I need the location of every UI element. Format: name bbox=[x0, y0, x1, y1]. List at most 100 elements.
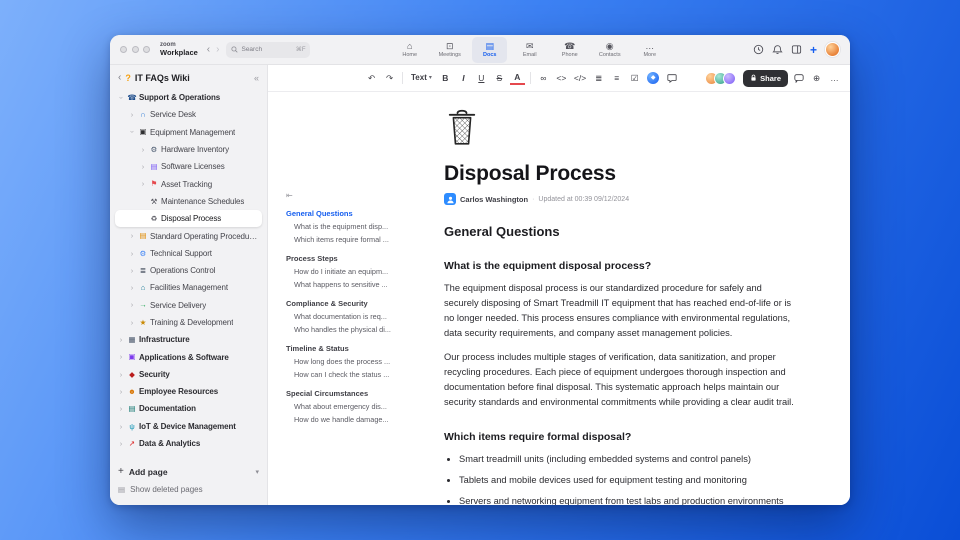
sidebar-item-support-operations[interactable]: › ☎ Support & Operations bbox=[115, 89, 262, 106]
sidebar-item-maintenance-schedules[interactable]: ›⚒Maintenance Schedules bbox=[115, 193, 262, 210]
chevron-icon[interactable]: › bbox=[139, 180, 147, 188]
nav-tab-home[interactable]: ⌂ Home bbox=[392, 37, 427, 63]
chevron-icon[interactable]: › bbox=[128, 267, 136, 275]
page-title[interactable]: Disposal Process bbox=[444, 162, 798, 186]
chevron-icon[interactable]: › bbox=[128, 232, 136, 240]
nav-forward-icon[interactable]: › bbox=[216, 44, 219, 55]
collaborator-avatar[interactable] bbox=[723, 71, 737, 85]
sidebar-item-service-desk[interactable]: › ∩ Service Desk bbox=[115, 106, 262, 123]
chevron-icon[interactable]: › bbox=[128, 284, 136, 292]
chevron-down-icon[interactable]: ▾ bbox=[255, 468, 259, 476]
chevron-icon[interactable]: › bbox=[117, 423, 125, 431]
sidebar-item-operations-control[interactable]: › ≣ Operations Control bbox=[115, 262, 262, 279]
nav-tab-contacts[interactable]: ◉ Contacts bbox=[592, 37, 627, 63]
sidebar-item-employee-resources[interactable]: › ☻ Employee Resources bbox=[115, 383, 262, 400]
undo-button[interactable]: ↶ bbox=[364, 70, 379, 86]
ai-companion-button[interactable]: ◆ bbox=[645, 70, 661, 86]
outline-item[interactable]: Who handles the physical di... bbox=[286, 323, 412, 336]
nav-tab-meetings[interactable]: ⊡ Meetings bbox=[432, 37, 467, 63]
globe-button[interactable]: ⊕ bbox=[809, 70, 824, 86]
chevron-icon[interactable]: › bbox=[139, 163, 147, 171]
panel-toggle-icon[interactable] bbox=[791, 44, 802, 55]
outline-section-general-questions[interactable]: General Questions bbox=[286, 207, 412, 220]
chevron-icon[interactable]: › bbox=[128, 319, 136, 327]
document[interactable]: Disposal Process Carlos Washington · Upd… bbox=[444, 92, 798, 505]
comment-button[interactable] bbox=[664, 70, 679, 86]
sidebar-item-technical-support[interactable]: › ⚙ Technical Support bbox=[115, 245, 262, 262]
outline-item[interactable]: How do I initiate an equipm... bbox=[286, 265, 412, 278]
back-icon[interactable]: ‹ bbox=[118, 73, 121, 83]
add-page-button[interactable]: + Add page ▾ bbox=[118, 463, 259, 481]
chevron-icon[interactable]: › bbox=[117, 94, 126, 102]
code-block-button[interactable]: </> bbox=[572, 70, 588, 86]
sidebar-item-service-delivery[interactable]: › → Service Delivery bbox=[115, 297, 262, 314]
zoom-button[interactable] bbox=[143, 46, 150, 53]
outline-item[interactable]: Which items require formal ... bbox=[286, 233, 412, 246]
show-deleted-button[interactable]: ▤ Show deleted pages bbox=[118, 481, 259, 497]
chevron-icon[interactable]: › bbox=[117, 336, 125, 344]
chevron-icon[interactable]: › bbox=[139, 146, 147, 154]
chevron-icon[interactable]: › bbox=[117, 405, 125, 413]
outline-section-timeline-status[interactable]: Timeline & Status bbox=[286, 342, 412, 355]
inline-code-button[interactable]: <> bbox=[554, 70, 569, 86]
sidebar-item-software-licenses[interactable]: › ▤ Software Licenses bbox=[115, 158, 262, 175]
link-button[interactable]: ∞ bbox=[536, 70, 551, 86]
text-style-dropdown[interactable]: Text ▾ bbox=[408, 70, 435, 86]
nav-tab-more[interactable]: … More bbox=[632, 37, 667, 63]
nav-tab-email[interactable]: ✉ Email bbox=[512, 37, 547, 63]
sidebar-item-asset-tracking[interactable]: › ⚑ Asset Tracking bbox=[115, 175, 262, 192]
sidebar-item-standard-operating-procedures[interactable]: › ▤ Standard Operating Procedures bbox=[115, 227, 262, 244]
sidebar-item-facilities-management[interactable]: › ⌂ Facilities Management bbox=[115, 279, 262, 296]
checklist-button[interactable]: ☑ bbox=[627, 70, 642, 86]
close-button[interactable] bbox=[120, 46, 127, 53]
sidebar-item-applications-software[interactable]: › ▣ Applications & Software bbox=[115, 348, 262, 365]
chevron-icon[interactable]: › bbox=[128, 250, 136, 258]
sidebar-item-data-analytics[interactable]: › ↗ Data & Analytics bbox=[115, 435, 262, 452]
chevron-icon[interactable]: › bbox=[128, 301, 136, 309]
sidebar-item-hardware-inventory[interactable]: › ⚙ Hardware Inventory bbox=[115, 141, 262, 158]
search-input[interactable]: Search ⌘F bbox=[226, 41, 311, 58]
outline-collapse-icon[interactable]: ⇤ bbox=[286, 192, 412, 200]
outline-item[interactable]: What is the equipment disp... bbox=[286, 220, 412, 233]
chevron-icon[interactable]: › bbox=[117, 353, 125, 361]
outline-item[interactable]: What happens to sensitive ... bbox=[286, 278, 412, 291]
nav-back-icon[interactable]: ‹ bbox=[207, 44, 210, 55]
new-plus-button[interactable]: + bbox=[810, 44, 817, 56]
text-color-button[interactable]: A bbox=[509, 71, 525, 85]
italic-button[interactable]: I bbox=[456, 70, 471, 86]
sidebar-item-training-development[interactable]: › ★ Training & Development bbox=[115, 314, 262, 331]
bulleted-list-button[interactable]: ≣ bbox=[591, 70, 606, 86]
sidebar-collapse-icon[interactable]: « bbox=[254, 73, 259, 83]
sidebar-item-infrastructure[interactable]: › ▦ Infrastructure bbox=[115, 331, 262, 348]
nav-tab-docs[interactable]: ▤ Docs bbox=[472, 36, 508, 63]
underline-button[interactable]: U bbox=[474, 70, 489, 86]
sidebar-item-equipment-management[interactable]: › ▣ Equipment Management bbox=[115, 124, 262, 141]
outline-section-special-circumstances[interactable]: Special Circumstances bbox=[286, 387, 412, 400]
outline-section-process-steps[interactable]: Process Steps bbox=[286, 252, 412, 265]
nav-tab-phone[interactable]: ☎ Phone bbox=[552, 37, 587, 63]
outline-item[interactable]: How can I check the status ... bbox=[286, 368, 412, 381]
chevron-icon[interactable]: › bbox=[117, 371, 125, 379]
strikethrough-button[interactable]: S bbox=[492, 70, 507, 86]
chevron-icon[interactable]: › bbox=[117, 388, 125, 396]
chevron-icon[interactable]: › bbox=[128, 111, 136, 119]
sidebar-item-disposal-process[interactable]: ›♻Disposal Process bbox=[115, 210, 262, 228]
alignment-button[interactable]: ≡ bbox=[609, 70, 624, 86]
share-button[interactable]: Share bbox=[743, 69, 788, 87]
chevron-icon[interactable]: › bbox=[117, 440, 125, 448]
bold-button[interactable]: B bbox=[438, 70, 453, 86]
page-emoji-button[interactable] bbox=[444, 107, 480, 148]
outline-item[interactable]: How long does the process ... bbox=[286, 355, 412, 368]
clock-icon[interactable] bbox=[753, 44, 764, 55]
bell-icon[interactable] bbox=[772, 44, 783, 55]
more-button[interactable]: … bbox=[827, 70, 842, 86]
outline-item[interactable]: What documentation is req... bbox=[286, 310, 412, 323]
outline-item[interactable]: How do we handle damage... bbox=[286, 413, 412, 426]
minimize-button[interactable] bbox=[131, 46, 139, 53]
chat-button[interactable] bbox=[791, 70, 806, 86]
sidebar-item-security[interactable]: › ◆ Security bbox=[115, 366, 262, 383]
outline-section-compliance-security[interactable]: Compliance & Security bbox=[286, 297, 412, 310]
outline-item[interactable]: What about emergency dis... bbox=[286, 400, 412, 413]
chevron-icon[interactable]: › bbox=[128, 128, 137, 136]
sidebar-item-documentation[interactable]: › ▤ Documentation bbox=[115, 400, 262, 417]
